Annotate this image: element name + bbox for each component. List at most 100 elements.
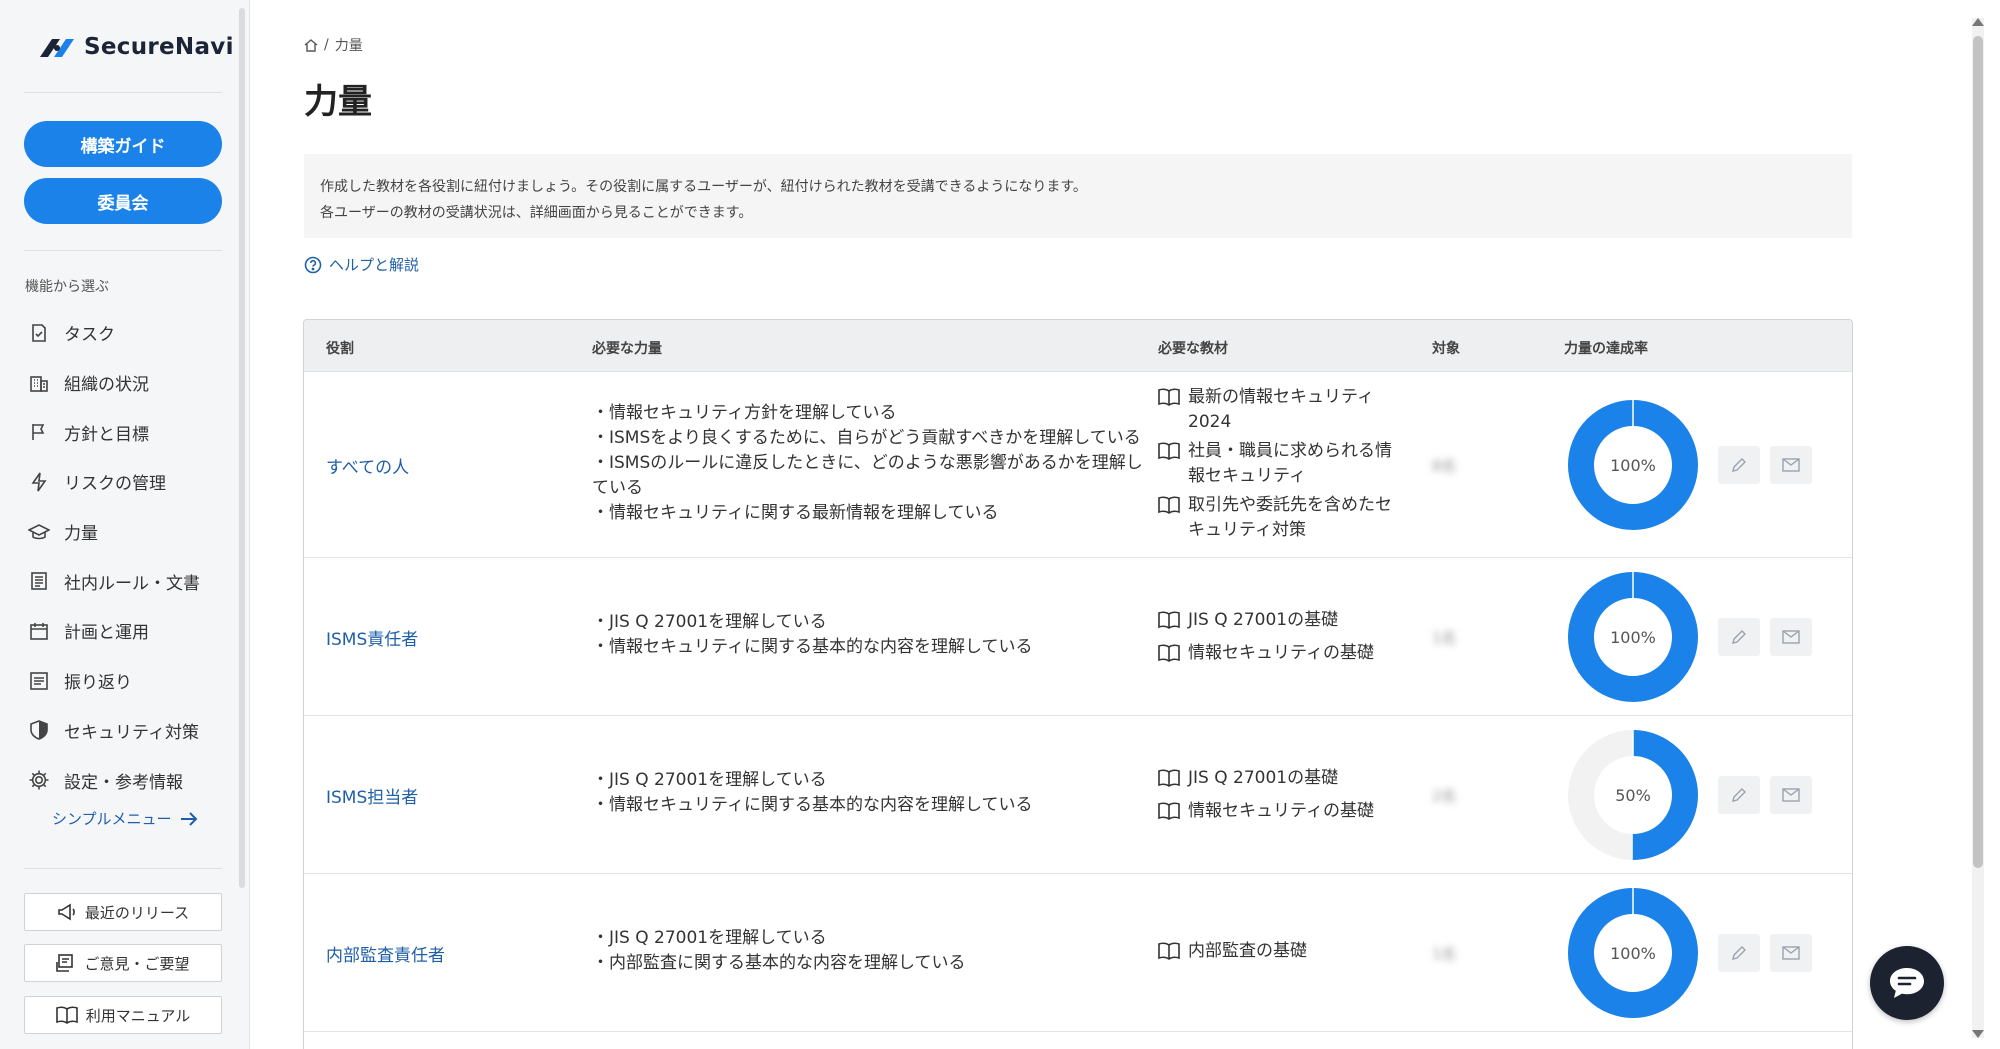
material-item[interactable]: 社員・職員に求められる情報セキュリティ bbox=[1158, 439, 1398, 489]
shield-icon bbox=[28, 719, 50, 741]
role-link[interactable]: ISMS担当者 bbox=[326, 783, 418, 808]
skill-item: ・情報セキュリティ方針を理解している bbox=[592, 402, 897, 423]
target-count: 8名 bbox=[1432, 457, 1457, 475]
logo[interactable]: SecureNavi bbox=[38, 34, 234, 60]
recent-releases-label: 最近のリリース bbox=[84, 904, 190, 922]
required-materials: JIS Q 27001の基礎情報セキュリティの基礎 bbox=[1158, 766, 1398, 832]
mail-icon bbox=[1782, 788, 1800, 802]
edit-button[interactable] bbox=[1718, 618, 1760, 656]
role-link[interactable]: ISMS責任者 bbox=[326, 625, 418, 650]
sidebar-item-task[interactable]: タスク bbox=[28, 308, 228, 358]
skill-item: ・情報セキュリティに関する基本的な内容を理解している bbox=[592, 795, 1033, 815]
committee-button[interactable]: 委員会 bbox=[24, 178, 222, 224]
info-box: 作成した教材を各役割に紐付けましょう。その役割に属するユーザーが、紐付けられた教… bbox=[304, 154, 1852, 238]
user-manual-button[interactable]: 利用マニュアル bbox=[24, 996, 222, 1034]
graduation-cap-icon bbox=[28, 521, 50, 543]
breadcrumb-current: 力量 bbox=[334, 38, 363, 54]
donut-label: 100% bbox=[1610, 456, 1656, 475]
skill-item: ・情報セキュリティに関する基本的な内容を理解している bbox=[592, 637, 1033, 657]
book-icon bbox=[1158, 608, 1182, 637]
required-skills: ・JIS Q 27001を理解している ・情報セキュリティに関する基本的な内容を理… bbox=[592, 610, 1152, 660]
sidebar-item-label: タスク bbox=[64, 325, 115, 346]
review-list-icon bbox=[28, 670, 50, 692]
sidebar-item-rules[interactable]: 社内ルール・文書 bbox=[28, 556, 228, 606]
sidebar-item-security[interactable]: セキュリティ対策 bbox=[28, 706, 228, 756]
help-link[interactable]: ヘルプと解説 bbox=[304, 254, 419, 275]
sidebar-item-planning[interactable]: 計画と運用 bbox=[28, 606, 228, 656]
book-icon bbox=[1158, 493, 1182, 543]
edit-button[interactable] bbox=[1718, 446, 1760, 484]
edit-button[interactable] bbox=[1718, 776, 1760, 814]
required-skills: ・JIS Q 27001を理解している ・情報セキュリティに関する基本的な内容を理… bbox=[592, 768, 1152, 818]
header-skills: 必要な力量 bbox=[592, 341, 662, 357]
table-row: 内部監査責任者 ・JIS Q 27001を理解している ・内部監査に関する基本的な内… bbox=[304, 874, 1852, 1032]
material-title: JIS Q 27001の基礎 bbox=[1188, 768, 1339, 788]
target-count: 2名 bbox=[1432, 787, 1457, 805]
info-text: 各ユーザーの教材の受講状況は、詳細画面から見ることができます。 bbox=[320, 205, 753, 221]
section-label: 機能から選ぶ bbox=[25, 279, 109, 295]
mail-button[interactable] bbox=[1770, 446, 1812, 484]
brand-name: SecureNavi bbox=[84, 34, 234, 60]
material-item[interactable]: 最新の情報セキュリティ 2024 bbox=[1158, 385, 1398, 435]
competence-table: 役割 必要な力量 必要な教材 対象 力量の達成率 すべての人 ・情報セキュリティ方… bbox=[303, 319, 1853, 1049]
achievement-donut: 50% bbox=[1568, 730, 1698, 860]
sidebar-item-competence[interactable]: 力量 bbox=[28, 507, 228, 557]
material-item[interactable]: JIS Q 27001の基礎 bbox=[1158, 608, 1398, 637]
required-skills: ・JIS Q 27001を理解している ・内部監査に関する基本的な内容を理解してい… bbox=[592, 926, 1152, 976]
home-icon[interactable] bbox=[304, 38, 318, 52]
material-item[interactable]: 内部監査の基礎 bbox=[1158, 939, 1398, 968]
guide-button[interactable]: 構築ガイド bbox=[24, 121, 222, 167]
pencil-icon bbox=[1732, 788, 1746, 802]
feedback-label: ご意見・ご要望 bbox=[84, 955, 190, 973]
sidebar-item-label: 計画と運用 bbox=[64, 623, 149, 644]
table-header: 役割 必要な力量 必要な教材 対象 力量の達成率 bbox=[304, 320, 1852, 372]
mail-button[interactable] bbox=[1770, 776, 1812, 814]
recent-releases-button[interactable]: 最近のリリース bbox=[24, 893, 222, 931]
target-count: 1名 bbox=[1432, 945, 1457, 963]
material-title: 情報セキュリティの基礎 bbox=[1188, 643, 1374, 663]
scroll-thumb[interactable] bbox=[1973, 36, 1983, 868]
page-scrollbar[interactable] bbox=[1972, 18, 1984, 1038]
sidebar-scrollbar[interactable] bbox=[239, 8, 245, 888]
scroll-up-arrow[interactable] bbox=[1972, 18, 1984, 26]
feedback-button[interactable]: ご意見・ご要望 bbox=[24, 944, 222, 982]
role-link[interactable]: 内部監査責任者 bbox=[326, 941, 445, 966]
header-target: 対象 bbox=[1432, 341, 1460, 357]
skill-item: ・内部監査に関する基本的な内容を理解している bbox=[592, 953, 966, 973]
achievement-donut: 100% bbox=[1568, 572, 1698, 702]
material-item[interactable]: 取引先や委託先を含めたセキュリティ対策 bbox=[1158, 493, 1398, 543]
table-row: ISMS担当者 ・JIS Q 27001を理解している ・情報セキュリティに関する基… bbox=[304, 716, 1852, 874]
achievement-donut: 100% bbox=[1568, 888, 1698, 1018]
edit-button[interactable] bbox=[1718, 934, 1760, 972]
book-icon bbox=[55, 1006, 78, 1024]
material-title: 情報セキュリティの基礎 bbox=[1188, 801, 1374, 821]
gear-icon bbox=[28, 769, 50, 791]
megaphone-icon bbox=[58, 903, 75, 921]
divider bbox=[24, 868, 222, 869]
calendar-icon bbox=[28, 620, 50, 642]
scroll-down-arrow[interactable] bbox=[1972, 1030, 1984, 1038]
document-icon bbox=[28, 570, 50, 592]
sidebar-item-risk[interactable]: リスクの管理 bbox=[28, 457, 228, 507]
chat-button[interactable] bbox=[1870, 946, 1944, 1020]
sidebar-item-label: 振り返り bbox=[64, 673, 132, 694]
material-item[interactable]: 情報セキュリティの基礎 bbox=[1158, 799, 1398, 828]
material-item[interactable]: 情報セキュリティの基礎 bbox=[1158, 641, 1398, 670]
sidebar-item-organization[interactable]: 組織の状況 bbox=[28, 358, 228, 408]
material-title: JIS Q 27001の基礎 bbox=[1188, 610, 1339, 630]
role-link[interactable]: すべての人 bbox=[326, 453, 409, 478]
sidebar-item-settings[interactable]: 設定・参考情報 bbox=[28, 755, 228, 805]
mail-button[interactable] bbox=[1770, 618, 1812, 656]
skill-item: ・情報セキュリティに関する最新情報を理解している bbox=[592, 502, 999, 523]
help-link-label: ヘルプと解説 bbox=[329, 256, 420, 274]
sidebar-item-review[interactable]: 振り返り bbox=[28, 656, 228, 706]
material-item[interactable]: JIS Q 27001の基礎 bbox=[1158, 766, 1398, 795]
mail-button[interactable] bbox=[1770, 934, 1812, 972]
mail-icon bbox=[1782, 458, 1800, 472]
simple-menu-link[interactable]: シンプルメニュー bbox=[52, 808, 198, 829]
header-rate: 力量の達成率 bbox=[1564, 341, 1648, 357]
table-row bbox=[304, 1032, 1852, 1049]
sidebar-item-label: 社内ルール・文書 bbox=[64, 573, 200, 594]
sidebar-item-policy[interactable]: 方針と目標 bbox=[28, 407, 228, 457]
sidebar-item-label: リスクの管理 bbox=[64, 474, 166, 495]
